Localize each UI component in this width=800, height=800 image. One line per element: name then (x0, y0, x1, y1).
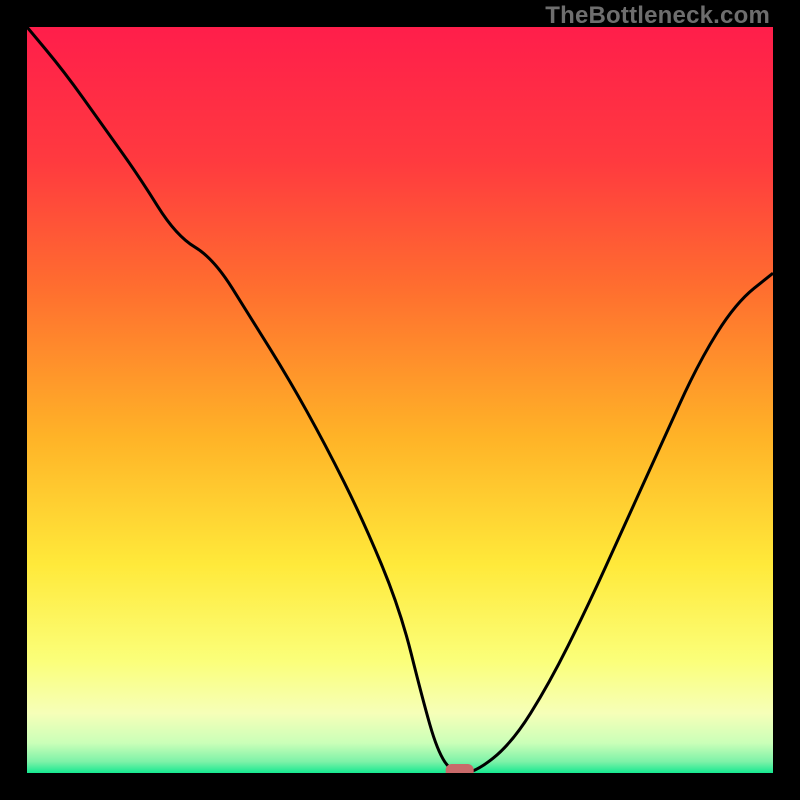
plot-svg (27, 27, 773, 773)
watermark-text: TheBottleneck.com (545, 2, 770, 30)
gradient-background (27, 27, 773, 773)
plot-area (27, 27, 773, 773)
optimal-point-marker (446, 764, 474, 773)
chart-frame: TheBottleneck.com (0, 0, 800, 800)
